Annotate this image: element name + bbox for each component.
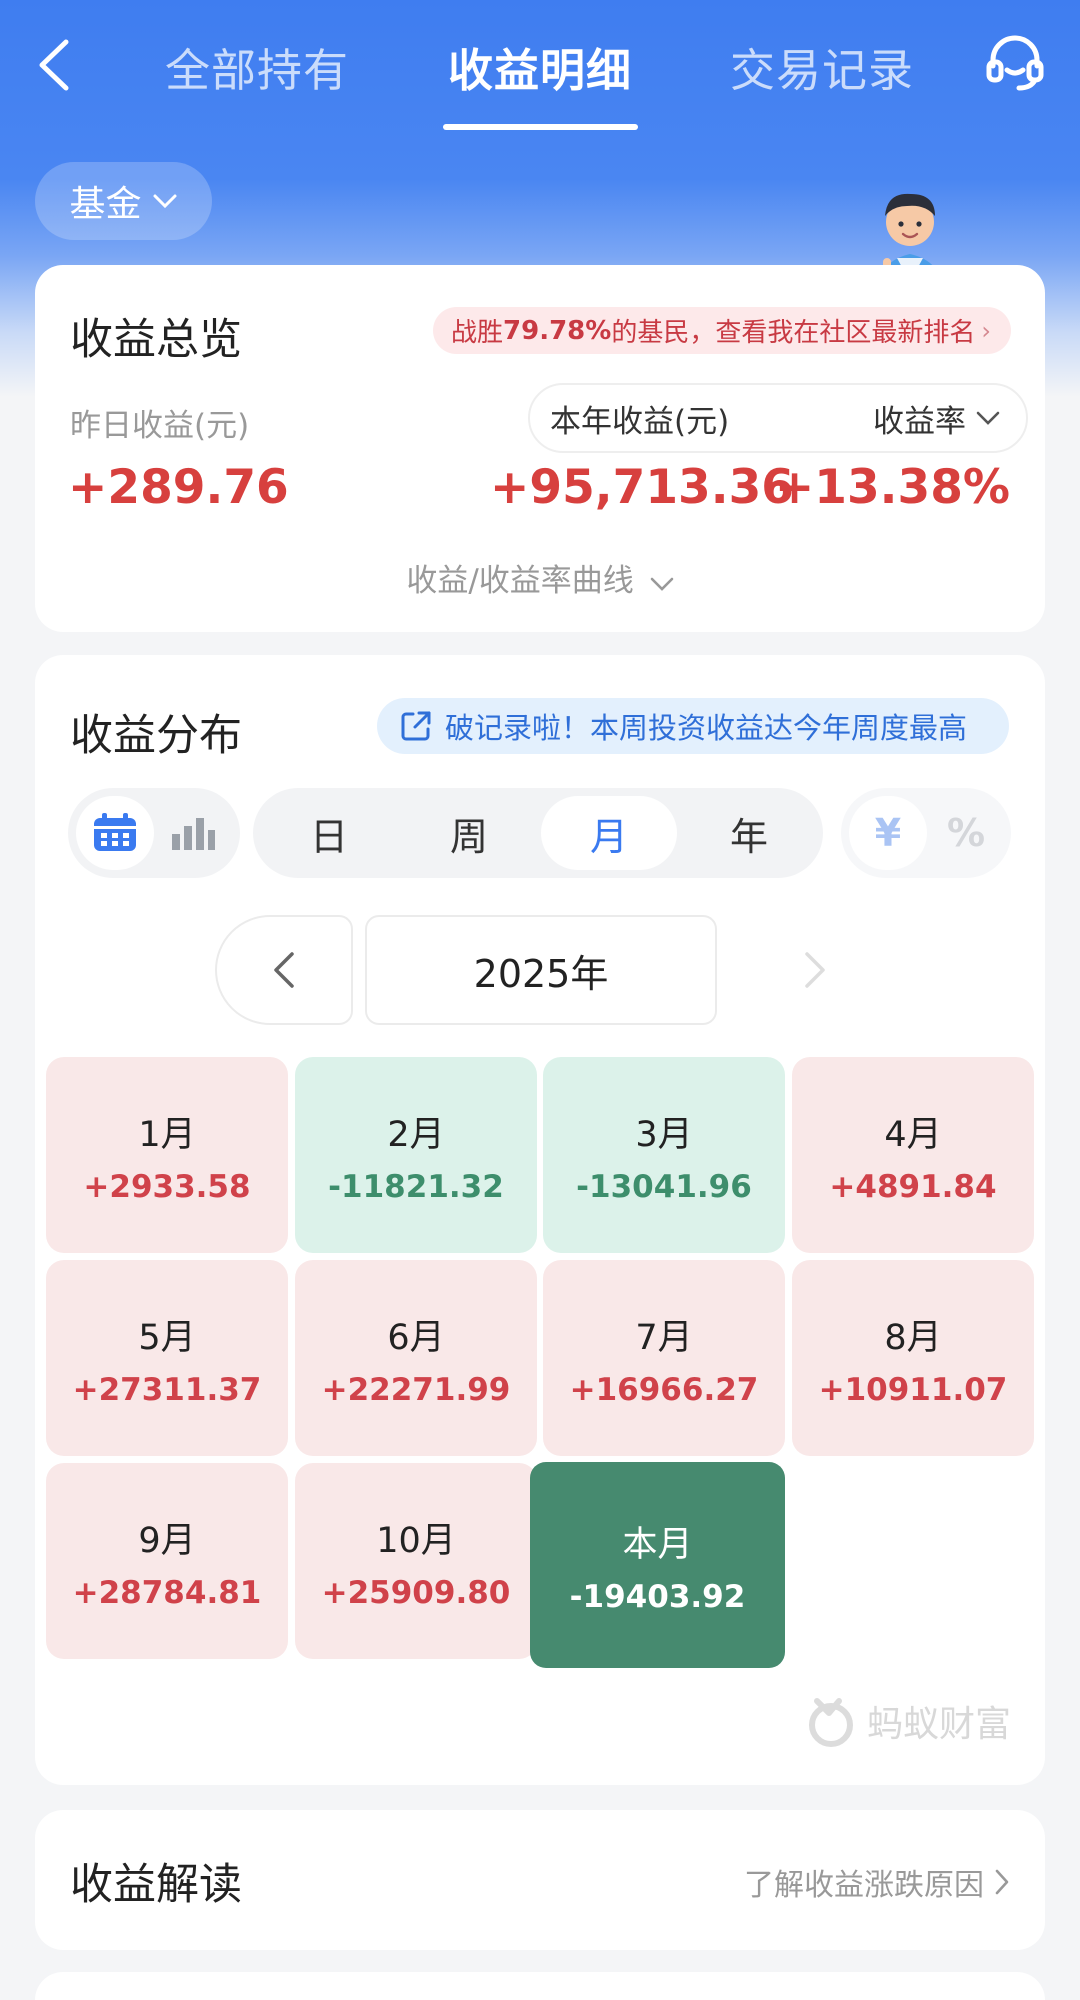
- overview-card: 收益总览 战胜 79.78% 的基民，查看我在社区最新排名 › 昨日收益(元) +2…: [35, 265, 1045, 632]
- previous-year-button[interactable]: [215, 915, 353, 1025]
- chevron-down-icon: [153, 194, 176, 209]
- month-cell[interactable]: 1月 +2933.58: [46, 1057, 288, 1253]
- month-cell[interactable]: 10月 +25909.80: [295, 1463, 537, 1659]
- back-button[interactable]: [30, 30, 80, 100]
- ant-fortune-logo-icon: [809, 1698, 853, 1747]
- distribution-title: 收益分布: [70, 711, 242, 761]
- return-rate-value: +13.38%: [774, 460, 1010, 515]
- bar-chart-view-button[interactable]: [154, 796, 232, 870]
- yesterday-earnings-value: +289.76: [68, 460, 289, 515]
- month-label: 1月: [138, 1114, 196, 1155]
- month-label: 4月: [884, 1114, 942, 1155]
- next-year-button[interactable]: [765, 915, 865, 1025]
- month-label: 10月: [376, 1520, 456, 1561]
- period-year[interactable]: 年: [681, 796, 817, 870]
- chevron-right-icon: ›: [981, 316, 991, 345]
- month-value: -13041.96: [576, 1168, 752, 1205]
- month-value: +10911.07: [818, 1371, 1008, 1408]
- month-value: +28784.81: [72, 1574, 262, 1611]
- month-label: 8月: [884, 1317, 942, 1358]
- unit-amount[interactable]: ¥: [849, 796, 927, 870]
- month-value: +22271.99: [321, 1371, 511, 1408]
- yesterday-earnings-label: 昨日收益(元): [70, 408, 250, 444]
- month-value: -19403.92: [569, 1578, 746, 1615]
- chevron-right-icon: [805, 952, 825, 988]
- year-earnings-value: +95,713.36: [490, 460, 795, 515]
- interpretation-title: 收益解读: [70, 1860, 242, 1910]
- month-cell[interactable]: 4月 +4891.84: [792, 1057, 1034, 1253]
- rate-label: 收益率: [873, 403, 966, 440]
- rank-value: 79.78%: [503, 315, 612, 346]
- month-value: +4891.84: [829, 1168, 997, 1205]
- fund-type-label: 基金: [69, 184, 142, 225]
- brand-watermark: 蚂蚁财富: [805, 1695, 1011, 1747]
- month-value: -11821.32: [328, 1168, 504, 1205]
- month-label: 3月: [635, 1114, 693, 1155]
- watermark-text: 蚂蚁财富: [867, 1704, 1012, 1745]
- earnings-curve-toggle[interactable]: 收益/收益率曲线: [35, 555, 1045, 600]
- month-label: 7月: [635, 1317, 693, 1358]
- rank-prefix: 战胜: [451, 318, 504, 348]
- view-mode-toggle: [68, 788, 240, 878]
- period-month[interactable]: 月: [541, 796, 677, 870]
- month-value: +25909.80: [321, 1574, 511, 1611]
- back-arrow-icon: [39, 39, 69, 91]
- month-label: 5月: [138, 1317, 196, 1358]
- active-tab-indicator: [443, 124, 638, 130]
- month-cell[interactable]: 2月 -11821.32: [295, 1057, 537, 1253]
- month-cell[interactable]: 5月 +27311.37: [46, 1260, 288, 1456]
- overview-title: 收益总览: [70, 315, 242, 365]
- chevron-right-icon: [995, 1869, 1009, 1895]
- rank-suffix: 的基民，查看我在社区最新排名: [611, 318, 976, 348]
- interpretation-link[interactable]: 了解收益涨跌原因: [744, 1860, 1010, 1904]
- selected-year: 2025年: [365, 915, 717, 1025]
- month-value: +2933.58: [83, 1168, 251, 1205]
- distribution-card: 收益分布 破记录啦！本周投资收益达今年周度最高 日 周 月 年 ¥ % 2025…: [35, 655, 1045, 1785]
- fund-type-dropdown[interactable]: 基金: [35, 162, 212, 240]
- curve-link-label: 收益/收益率曲线: [406, 563, 634, 599]
- month-cell[interactable]: 9月 +28784.81: [46, 1463, 288, 1659]
- customer-service-button[interactable]: [983, 30, 1047, 94]
- month-cell[interactable]: 8月 +10911.07: [792, 1260, 1034, 1456]
- month-cell[interactable]: 本月 -19403.92: [530, 1462, 785, 1668]
- calendar-view-button[interactable]: [76, 796, 154, 870]
- chevron-down-icon: [650, 577, 673, 591]
- record-text: 破记录啦！本周投资收益达今年周度最高: [445, 711, 968, 745]
- month-label: 6月: [387, 1317, 445, 1358]
- bar-chart-icon: [172, 818, 215, 850]
- period-selector: 日 周 月 年: [253, 788, 823, 878]
- month-label: 9月: [138, 1520, 196, 1561]
- share-icon: [401, 711, 431, 741]
- month-value: +27311.37: [72, 1371, 262, 1408]
- interpretation-link-label: 了解收益涨跌原因: [744, 1868, 984, 1903]
- tab-earnings-detail[interactable]: 收益明细: [448, 34, 632, 99]
- tab-transactions[interactable]: 交易记录: [730, 34, 914, 99]
- month-cell[interactable]: 3月 -13041.96: [543, 1057, 785, 1253]
- period-week[interactable]: 周: [401, 796, 537, 870]
- top-nav: 全部持有 收益明细 交易记录: [0, 0, 1080, 140]
- tab-all-holdings[interactable]: 全部持有: [165, 34, 349, 99]
- calendar-icon: [94, 813, 136, 851]
- period-day[interactable]: 日: [261, 796, 397, 870]
- month-value: +16966.27: [569, 1371, 759, 1408]
- interpretation-card[interactable]: 收益解读 了解收益涨跌原因: [35, 1810, 1045, 1950]
- month-label: 2月: [387, 1114, 445, 1155]
- community-rank-banner[interactable]: 战胜 79.78% 的基民，查看我在社区最新排名 ›: [433, 307, 1011, 354]
- next-card-peek: [35, 1972, 1045, 2000]
- chevron-left-icon: [274, 952, 294, 988]
- year-earnings-rate-toggle[interactable]: 本年收益(元) 收益率: [528, 383, 1028, 453]
- unit-selector: ¥ %: [841, 788, 1011, 878]
- month-label: 本月: [622, 1524, 693, 1565]
- year-earnings-label: 本年收益(元): [550, 403, 730, 440]
- month-cell[interactable]: 7月 +16966.27: [543, 1260, 785, 1456]
- weekly-record-banner[interactable]: 破记录啦！本周投资收益达今年周度最高: [377, 698, 1009, 754]
- unit-percent[interactable]: %: [927, 796, 1005, 870]
- month-cell[interactable]: 6月 +22271.99: [295, 1260, 537, 1456]
- headset-icon: [986, 35, 1044, 91]
- chevron-down-icon: [976, 411, 1000, 425]
